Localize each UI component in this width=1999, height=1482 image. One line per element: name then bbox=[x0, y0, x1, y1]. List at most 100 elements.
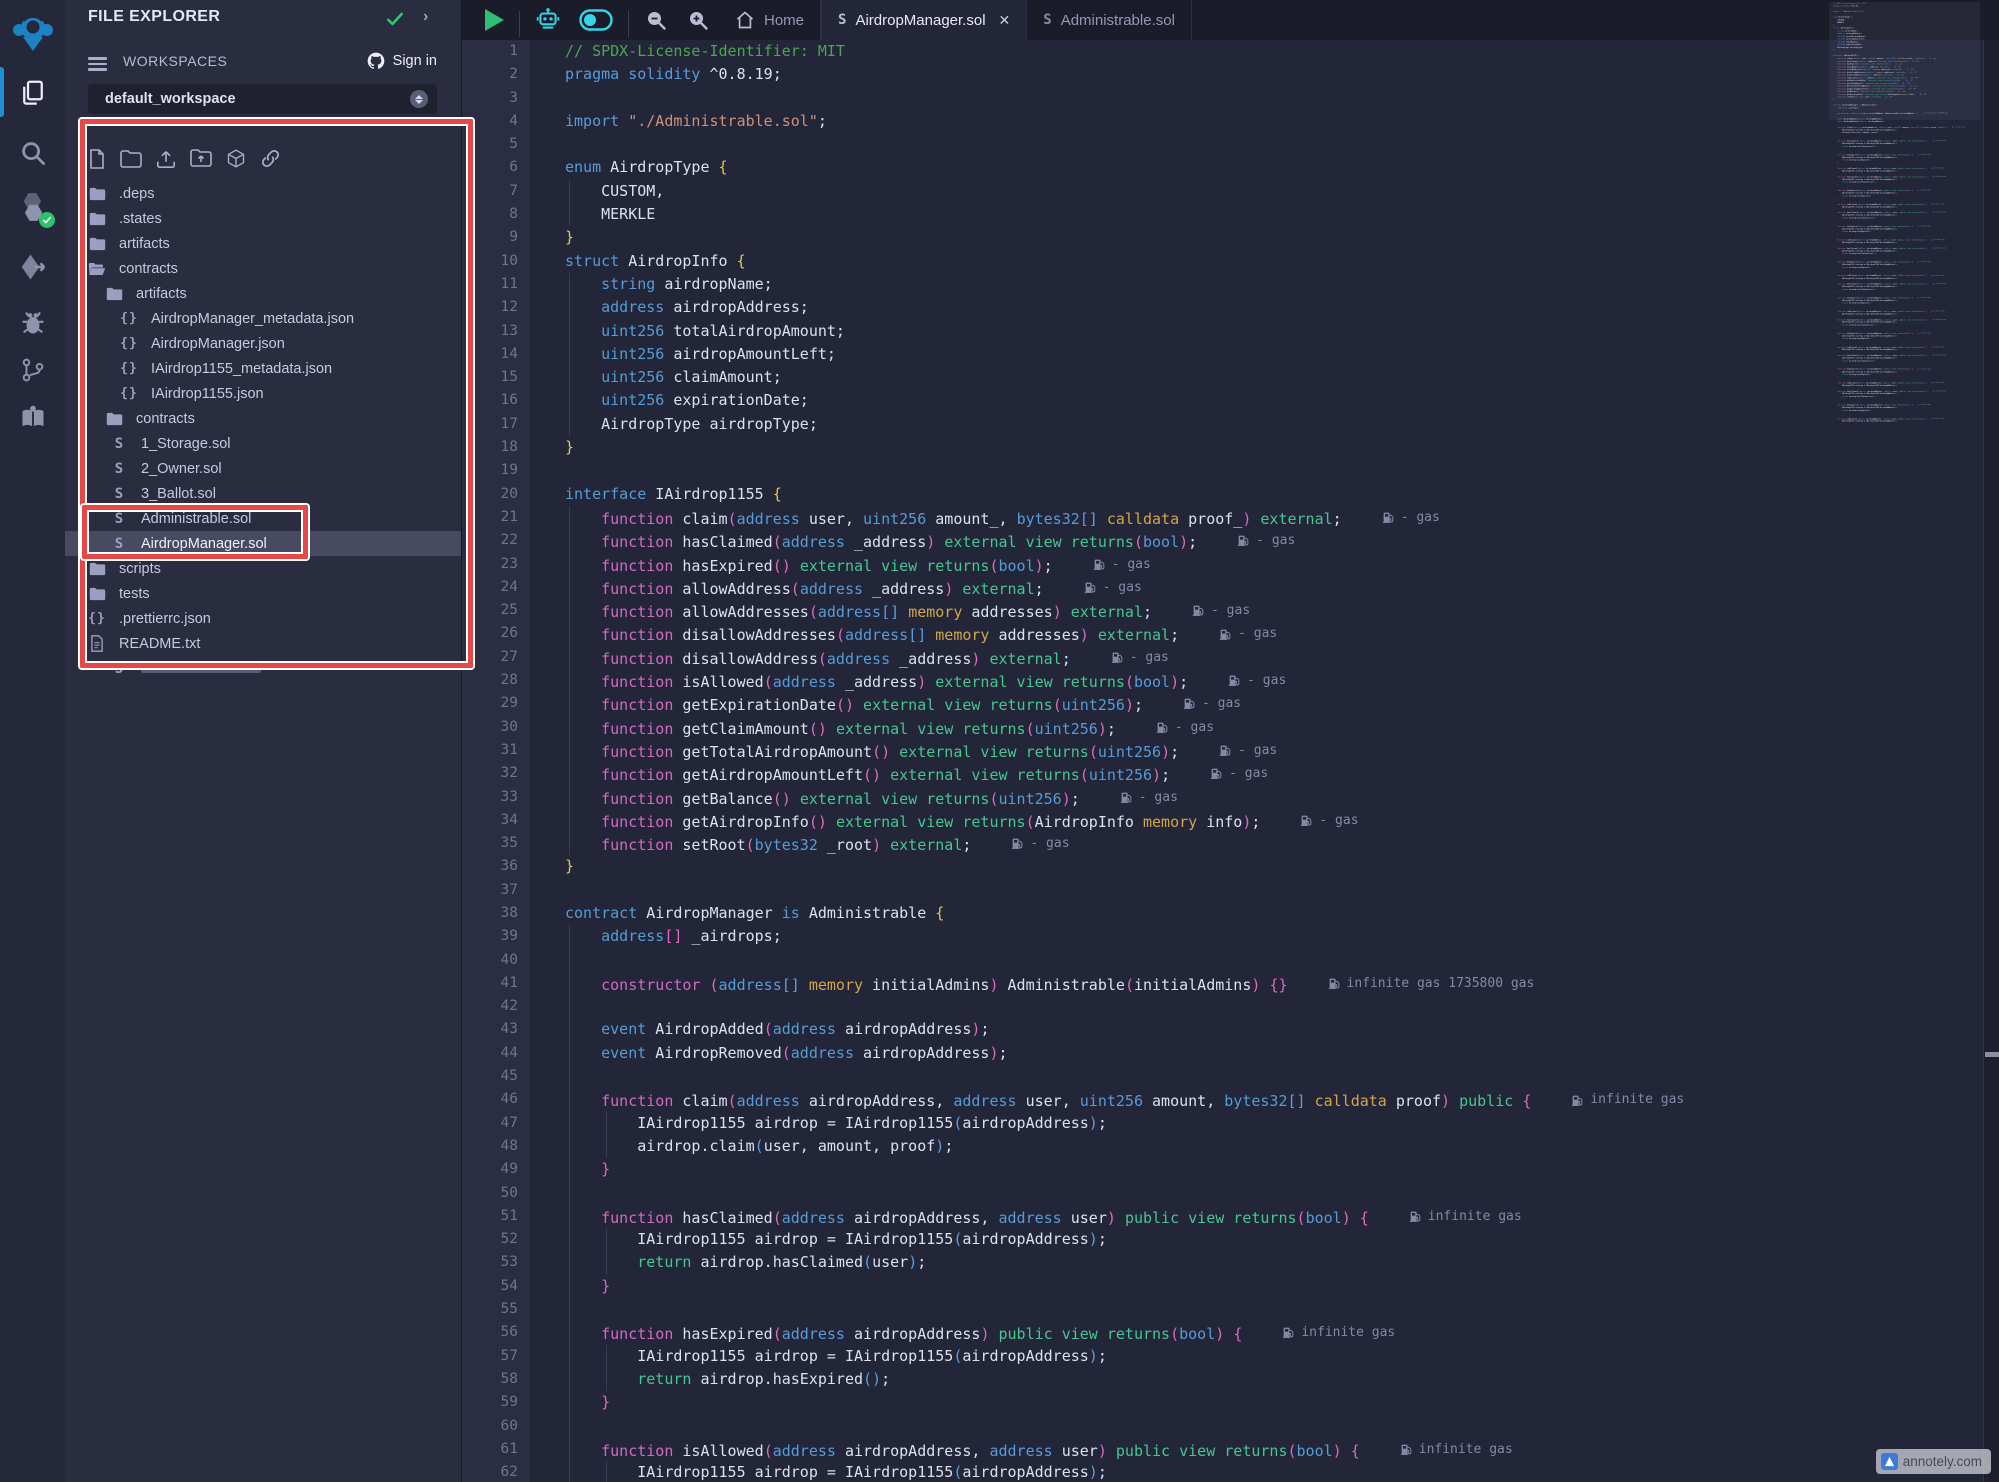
line-content[interactable]: event AirdropAdded(address airdropAddres… bbox=[530, 1018, 1983, 1041]
tab-Administrable.sol[interactable]: SAdministrable.sol bbox=[1027, 0, 1192, 40]
line-content[interactable]: } bbox=[530, 436, 1983, 459]
minimap[interactable]: // SPDX-License-Identifier: MITpragma so… bbox=[1829, 2, 1980, 422]
line-number[interactable]: 29 bbox=[462, 692, 530, 715]
line-content[interactable] bbox=[530, 1298, 1983, 1321]
link-icon[interactable] bbox=[260, 148, 281, 169]
line-number[interactable]: 34 bbox=[462, 809, 530, 832]
line-number[interactable]: 24 bbox=[462, 576, 530, 599]
line-content[interactable]: import "./Administrable.sol"; bbox=[530, 110, 1983, 133]
line-number[interactable]: 15 bbox=[462, 366, 530, 389]
line-number[interactable]: 1 bbox=[462, 40, 530, 63]
line-number[interactable]: 47 bbox=[462, 1112, 530, 1135]
line-number[interactable]: 55 bbox=[462, 1298, 530, 1321]
line-content[interactable]: uint256 claimAmount; bbox=[530, 366, 1983, 389]
line-content[interactable]: IAirdrop1155 airdrop = IAirdrop1155(aird… bbox=[1829, 420, 1980, 422]
line-content[interactable] bbox=[530, 459, 1983, 482]
line-number[interactable]: 49 bbox=[462, 1158, 530, 1181]
line-content[interactable]: constructor (address[] memory initialAdm… bbox=[530, 972, 1983, 995]
line-content[interactable]: function getExpirationDate() external vi… bbox=[530, 692, 1983, 715]
line-content[interactable]: AirdropType airdropType; bbox=[530, 413, 1983, 436]
line-number[interactable]: 3 bbox=[462, 87, 530, 110]
rail-search-icon[interactable] bbox=[0, 138, 65, 168]
line-content[interactable]: IAirdrop1155 airdrop = IAirdrop1155(aird… bbox=[530, 1461, 1983, 1482]
workspaces-menu-icon[interactable] bbox=[88, 54, 107, 74]
line-content[interactable]: function isAllowed(address airdropAddres… bbox=[530, 1438, 1983, 1461]
line-number[interactable]: 14 bbox=[462, 343, 530, 366]
rail-solidity-compiler-icon[interactable] bbox=[0, 192, 65, 222]
line-content[interactable]: function disallowAddresses(address[] mem… bbox=[530, 622, 1983, 645]
ai-copilot-button[interactable] bbox=[526, 0, 570, 40]
line-number[interactable]: 32 bbox=[462, 762, 530, 785]
line-number[interactable]: 41 bbox=[462, 972, 530, 995]
line-number[interactable]: 11 bbox=[462, 273, 530, 296]
tree-item-artifacts[interactable]: artifacts bbox=[65, 231, 461, 256]
tree-item-scripts[interactable]: scripts bbox=[65, 556, 461, 581]
line-number[interactable]: 39 bbox=[462, 925, 530, 948]
tree-item-1_Storage.sol[interactable]: S1_Storage.sol bbox=[65, 431, 461, 456]
ai-toggle-button[interactable] bbox=[570, 0, 622, 40]
line-content[interactable]: address[] _airdrops; bbox=[530, 925, 1983, 948]
line-number[interactable]: 12 bbox=[462, 296, 530, 319]
tree-item-AirdropManager.json[interactable]: {}AirdropManager.json bbox=[65, 331, 461, 356]
line-number[interactable]: 38 bbox=[462, 902, 530, 925]
rail-debugger-icon[interactable] bbox=[0, 309, 65, 337]
tree-item-IAirdrop1155_metadata.json[interactable]: {}IAirdrop1155_metadata.json bbox=[65, 356, 461, 381]
minimap-viewport[interactable] bbox=[1829, 2, 1980, 120]
line-content[interactable]: function getAirdropInfo() external view … bbox=[530, 809, 1983, 832]
workspace-selector[interactable]: default_workspace bbox=[88, 84, 437, 114]
sign-in-button[interactable]: Sign in bbox=[366, 51, 437, 71]
run-script-button[interactable] bbox=[476, 0, 513, 40]
line-number[interactable]: 48 bbox=[462, 1135, 530, 1158]
line-number[interactable]: 60 bbox=[462, 1415, 530, 1438]
line-content[interactable]: IAirdrop1155 airdrop = IAirdrop1155(aird… bbox=[530, 1112, 1983, 1135]
line-number[interactable]: 23 bbox=[462, 553, 530, 576]
tree-item-.states[interactable]: .states bbox=[65, 206, 461, 231]
line-content[interactable]: function hasClaimed(address _address) ex… bbox=[530, 529, 1983, 552]
line-content[interactable]: function allowAddress(address _address) … bbox=[530, 576, 1983, 599]
line-number[interactable]: 54 bbox=[462, 1275, 530, 1298]
line-number[interactable]: 30 bbox=[462, 716, 530, 739]
tree-item-README.txt[interactable]: README.txt bbox=[65, 631, 461, 656]
line-content[interactable]: IAirdrop1155 airdrop = IAirdrop1155(aird… bbox=[530, 1345, 1983, 1368]
upload-folder-icon[interactable] bbox=[190, 149, 212, 168]
line-content[interactable] bbox=[530, 995, 1983, 1018]
tab-Home[interactable]: Home bbox=[719, 0, 821, 40]
line-content[interactable] bbox=[530, 949, 1983, 972]
tree-item-.prettierrc.json[interactable]: {}.prettierrc.json bbox=[65, 606, 461, 631]
line-content[interactable]: event AirdropRemoved(address airdropAddr… bbox=[530, 1042, 1983, 1065]
line-content[interactable]: // SPDX-License-Identifier: MIT bbox=[530, 40, 1983, 63]
check-icon[interactable] bbox=[385, 9, 405, 29]
line-content[interactable]: uint256 airdropAmountLeft; bbox=[530, 343, 1983, 366]
line-content[interactable]: function isAllowed(address _address) ext… bbox=[530, 669, 1983, 692]
line-number[interactable]: 13 bbox=[462, 320, 530, 343]
line-number[interactable]: 6 bbox=[462, 156, 530, 179]
rail-remix-logo-icon[interactable] bbox=[0, 11, 65, 55]
line-number[interactable]: 21 bbox=[462, 506, 530, 529]
line-number[interactable]: 27 bbox=[462, 646, 530, 669]
new-file-icon[interactable] bbox=[88, 149, 106, 169]
line-content[interactable]: uint256 expirationDate; bbox=[530, 389, 1983, 412]
line-content[interactable]: return airdrop.hasExpired(); bbox=[530, 1368, 1983, 1391]
line-number[interactable]: 40 bbox=[462, 949, 530, 972]
line-content[interactable]: function allowAddresses(address[] memory… bbox=[530, 599, 1983, 622]
line-content[interactable]: function setRoot(bytes32 _root) external… bbox=[530, 832, 1983, 855]
tab-AirdropManager.sol[interactable]: SAirdropManager.sol✕ bbox=[821, 0, 1027, 40]
line-content[interactable]: } bbox=[530, 855, 1983, 878]
line-content[interactable]: function hasExpired(address airdropAddre… bbox=[530, 1321, 1983, 1344]
line-content[interactable]: function getAirdropAmountLeft() external… bbox=[530, 762, 1983, 785]
upload-file-icon[interactable] bbox=[156, 149, 176, 169]
line-number[interactable]: 56 bbox=[462, 1321, 530, 1344]
line-number[interactable]: 8 bbox=[462, 203, 530, 226]
tree-item-.deps[interactable]: .deps bbox=[65, 181, 461, 206]
line-number[interactable]: 51 bbox=[462, 1205, 530, 1228]
new-folder-icon[interactable] bbox=[120, 150, 142, 168]
line-content[interactable]: function getBalance() external view retu… bbox=[530, 786, 1983, 809]
line-number[interactable]: 18 bbox=[462, 436, 530, 459]
line-number[interactable]: 50 bbox=[462, 1182, 530, 1205]
line-content[interactable]: function getClaimAmount() external view … bbox=[530, 716, 1983, 739]
line-number[interactable]: 17 bbox=[462, 413, 530, 436]
line-number[interactable]: 25 bbox=[462, 599, 530, 622]
line-content[interactable]: MERKLE bbox=[530, 203, 1983, 226]
line-number[interactable]: 45 bbox=[462, 1065, 530, 1088]
chevron-right-icon[interactable]: › bbox=[423, 8, 428, 26]
